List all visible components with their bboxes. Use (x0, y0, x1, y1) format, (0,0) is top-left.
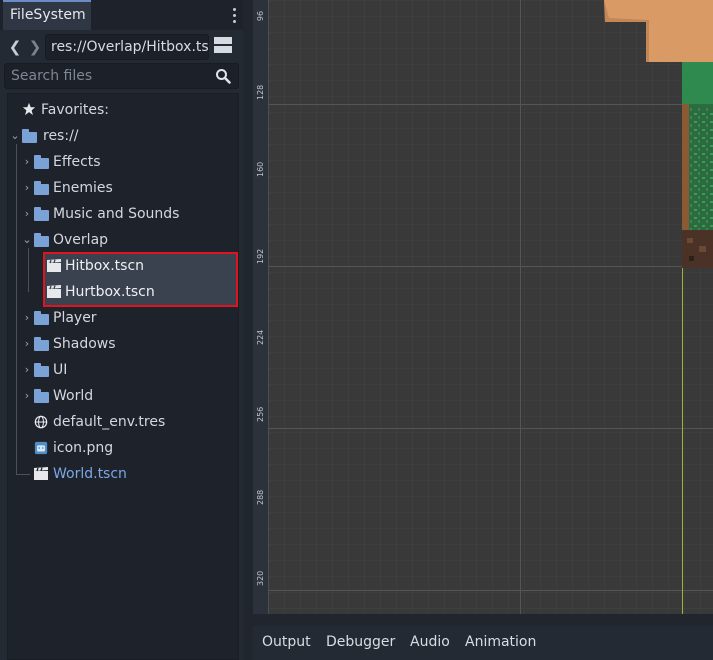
chevron-right-icon[interactable]: › (22, 149, 32, 175)
ruler-label: 288 (256, 489, 265, 505)
tree-item-label: Enemies (53, 180, 113, 196)
favorites-label: Favorites: (41, 102, 109, 118)
tree-item-label: icon.png (53, 440, 114, 456)
chevron-right-icon[interactable]: › (22, 383, 32, 409)
scene-icon (34, 467, 48, 480)
chevron-right-icon[interactable]: › (22, 175, 32, 201)
tree-item-root[interactable]: ⌄ res:// (8, 123, 238, 149)
filesystem-dock: FileSystem ❮ ❯ res://Overlap/Hitbox.ts S… (0, 0, 243, 660)
folder-icon (34, 337, 49, 351)
ruler-label: 128 (256, 84, 265, 100)
tree-item-label: Shadows (53, 336, 116, 352)
selection-highlight (43, 252, 238, 307)
folder-icon (34, 181, 49, 195)
tab-audio[interactable]: Audio (410, 634, 450, 650)
tree-item-default-env[interactable]: default_env.tres (8, 409, 238, 435)
tab-debugger[interactable]: Debugger (326, 634, 395, 650)
bottom-panel-tabs: Output Debugger Audio Animation (253, 626, 713, 660)
back-arrow-icon[interactable]: ❮ (7, 37, 23, 57)
star-icon (22, 102, 36, 116)
ruler-label: 160 (256, 161, 265, 177)
tree-item-label: UI (53, 362, 68, 378)
globe-icon (34, 415, 48, 429)
tab-animation[interactable]: Animation (465, 634, 536, 650)
toggle-split-icon[interactable] (214, 37, 232, 55)
chevron-right-icon[interactable]: › (22, 331, 32, 357)
tab-output[interactable]: Output (262, 634, 311, 650)
tree-item-label: Overlap (53, 232, 109, 248)
folder-icon (34, 207, 49, 221)
ruler-label: 224 (256, 329, 265, 345)
ruler-label: 256 (256, 406, 265, 422)
tree-item-label: res:// (43, 128, 79, 144)
ruler-label: 320 (256, 570, 265, 586)
tree-item-shadows[interactable]: › Shadows (8, 331, 238, 357)
tree-item-label: Effects (53, 154, 101, 170)
ruler-label: 96 (256, 10, 265, 22)
dock-menu-icon[interactable] (228, 6, 240, 24)
tree-item-ui[interactable]: › UI (8, 357, 238, 383)
folder-icon (22, 129, 37, 143)
chevron-down-icon[interactable]: ⌄ (10, 123, 20, 149)
folder-icon (34, 389, 49, 403)
tree-item-label: Music and Sounds (53, 206, 180, 222)
tree-guide (28, 248, 29, 292)
canvas-viewport[interactable]: 96 128 160 192 224 256 288 320 (253, 0, 713, 614)
ruler-label: 192 (256, 248, 265, 264)
tree-item-overlap[interactable]: ⌄ Overlap (8, 227, 238, 253)
viewport-scrollbar-area (253, 614, 713, 626)
search-input[interactable]: Search files (4, 63, 239, 89)
tree-item-effects[interactable]: › Effects (8, 149, 238, 175)
tab-filesystem[interactable]: FileSystem (3, 0, 91, 30)
file-tree: Favorites: ⌄ res:// › Effects › Enemies … (7, 93, 239, 660)
folder-icon (34, 233, 49, 247)
tree-item-label: World (53, 388, 94, 404)
tree-item-label: World.tscn (53, 466, 127, 482)
tree-item-world-scene[interactable]: World.tscn (8, 461, 238, 487)
chevron-down-icon[interactable]: ⌄ (22, 227, 32, 253)
vertical-ruler: 96 128 160 192 224 256 288 320 (253, 0, 269, 614)
tree-item-label: Player (53, 310, 97, 326)
forward-arrow-icon[interactable]: ❯ (27, 37, 43, 57)
tree-item-label: default_env.tres (53, 414, 166, 430)
folder-icon (34, 363, 49, 377)
chevron-right-icon[interactable]: › (22, 357, 32, 383)
tree-item-icon-png[interactable]: icon.png (8, 435, 238, 461)
path-field[interactable]: res://Overlap/Hitbox.ts (45, 34, 209, 60)
tree-item-enemies[interactable]: › Enemies (8, 175, 238, 201)
chevron-right-icon[interactable]: › (22, 305, 32, 331)
search-icon[interactable] (215, 68, 231, 84)
image-icon (34, 441, 48, 455)
tree-item-music-and-sounds[interactable]: › Music and Sounds (8, 201, 238, 227)
level-canvas (269, 0, 713, 614)
folder-icon (34, 311, 49, 325)
dock-tabbar: FileSystem (0, 0, 243, 30)
tree-item-player[interactable]: › Player (8, 305, 238, 331)
folder-icon (34, 155, 49, 169)
tree-item-world[interactable]: › World (8, 383, 238, 409)
favorites-item[interactable]: Favorites: (8, 97, 238, 123)
chevron-right-icon[interactable]: › (22, 201, 32, 227)
